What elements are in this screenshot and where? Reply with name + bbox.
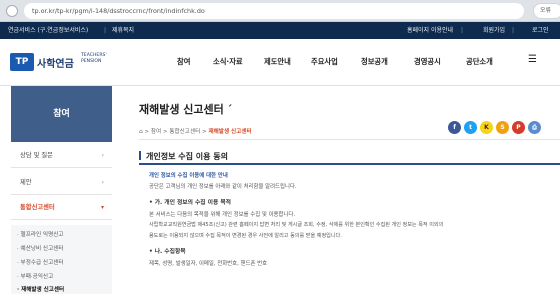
purpose-text: 사립학교교직원연금법 제45조(신고) 관련 홈페이지 답변 처리 및 게시글 … — [149, 222, 444, 228]
agreement-heading: 개인 정보의 수집 이용에 대한 안내 — [149, 173, 228, 179]
items-text: 제목, 성명, 발생일자, 이메일, 전화번호, 핸드폰 번호 — [149, 261, 268, 267]
welfare-link[interactable]: 제휴복지 — [112, 22, 134, 39]
items-title: • 나. 수집항목 — [149, 249, 186, 255]
submenu-item-active[interactable]: · 재해발생 신고센터 — [17, 285, 64, 293]
address-bar[interactable]: tp.or.kr/tp-kr/pgm/i-148/dsstroccrnc/fro… — [24, 3, 524, 19]
purpose-text: 본 서비스는 다음의 목적을 위해 개인 정보를 수집 및 이용합니다. — [149, 212, 296, 218]
page-title: 재해발생 신고센터 ´ — [139, 103, 233, 116]
gnb-participation[interactable]: 참여 — [177, 57, 190, 67]
utility-divider: | — [461, 27, 464, 34]
home-icon[interactable]: ⌂ — [139, 129, 143, 135]
pension-service-link[interactable]: 연금서비스 (구.연금정보서비스) — [8, 22, 88, 39]
chevron-down-icon: ▾ — [100, 204, 104, 211]
submenu-item[interactable]: · 헬프라인 익명신고 — [17, 230, 64, 238]
signup-link[interactable]: 회원가입 — [483, 22, 505, 39]
sidebar-item-consult[interactable]: 상담 및 질문 › — [11, 144, 112, 168]
breadcrumb-item[interactable]: 참여 — [151, 129, 161, 135]
divider — [139, 139, 560, 140]
gnb-disclosure[interactable]: 정보공개 — [361, 57, 388, 67]
purpose-title: • 가. 개인 정보의 수집 이용 목적 — [149, 200, 232, 206]
logo-text[interactable]: 사학연금 — [37, 55, 74, 70]
sidebar-item-proposal[interactable]: 제안 › — [11, 171, 112, 195]
kakaotalk-icon[interactable]: K — [480, 121, 493, 134]
utility-divider: | — [512, 27, 515, 34]
breadcrumb-item[interactable]: 통합신고센터 — [169, 129, 200, 135]
pdf-icon[interactable]: P — [512, 121, 525, 134]
submenu-item[interactable]: · 부패·공익신고 — [17, 272, 53, 280]
purpose-text: 용도로는 이용되지 않으며 수집 목적이 변경된 경우 사전에 알리고 동의를 … — [149, 233, 342, 239]
gnb-management[interactable]: 경영공시 — [414, 57, 441, 67]
site-guide-link[interactable]: 홈페이지 이용안내 — [407, 22, 453, 39]
facebook-icon[interactable]: f — [448, 121, 461, 134]
chevron-right-icon: › — [101, 152, 104, 159]
gnb-business[interactable]: 주요사업 — [311, 57, 338, 67]
sidebar-title: 참여 — [11, 86, 112, 142]
twitter-icon[interactable]: t — [464, 121, 477, 134]
kakaostory-icon[interactable]: S — [496, 121, 509, 134]
utility-divider: | — [104, 27, 107, 34]
logo-icon[interactable]: TP — [10, 53, 34, 71]
profile-button[interactable]: 오류 — [533, 3, 560, 19]
login-link[interactable]: 로그인 — [532, 22, 549, 39]
print-icon[interactable]: ⎙ — [528, 121, 541, 134]
browser-toolbar: tp.or.kr/tp-kr/pgm/i-148/dsstroccrnc/fro… — [0, 0, 560, 22]
submenu-item[interactable]: · 부정수급 신고센터 — [17, 258, 64, 266]
logo-english: TEACHERS' PENSION — [81, 53, 107, 64]
site-info-icon[interactable] — [6, 5, 18, 17]
agreement-intro: 공단은 고객님의 개인 정보를 아래와 같이 처리함을 알려드립니다. — [149, 184, 297, 190]
gnb-news[interactable]: 소식·자료 — [213, 57, 243, 67]
menu-icon[interactable]: ☰ — [528, 54, 537, 65]
section-title: 개인정보 수집 이용 동의 — [139, 151, 228, 162]
breadcrumb-current: 재해발생 신고센터 — [208, 129, 252, 135]
gnb-about[interactable]: 공단소개 — [466, 57, 493, 67]
breadcrumb: ⌂ > 참여 > 통합신고센터 > 재해발생 신고센터 — [139, 129, 252, 135]
submenu-item[interactable]: · 예산낭비 신고센터 — [17, 244, 64, 252]
sidebar-item-report-center[interactable]: 통합신고센터 ▾ — [11, 196, 112, 220]
chevron-right-icon: › — [101, 179, 104, 186]
gnb-system[interactable]: 제도안내 — [264, 57, 291, 67]
site-header: TP 사학연금 TEACHERS' PENSION 참여 소식·자료 제도안내 … — [0, 39, 560, 86]
utility-bar: 연금서비스 (구.연금정보서비스) | 제휴복지 홈페이지 이용안내 | 회원가… — [0, 22, 560, 39]
